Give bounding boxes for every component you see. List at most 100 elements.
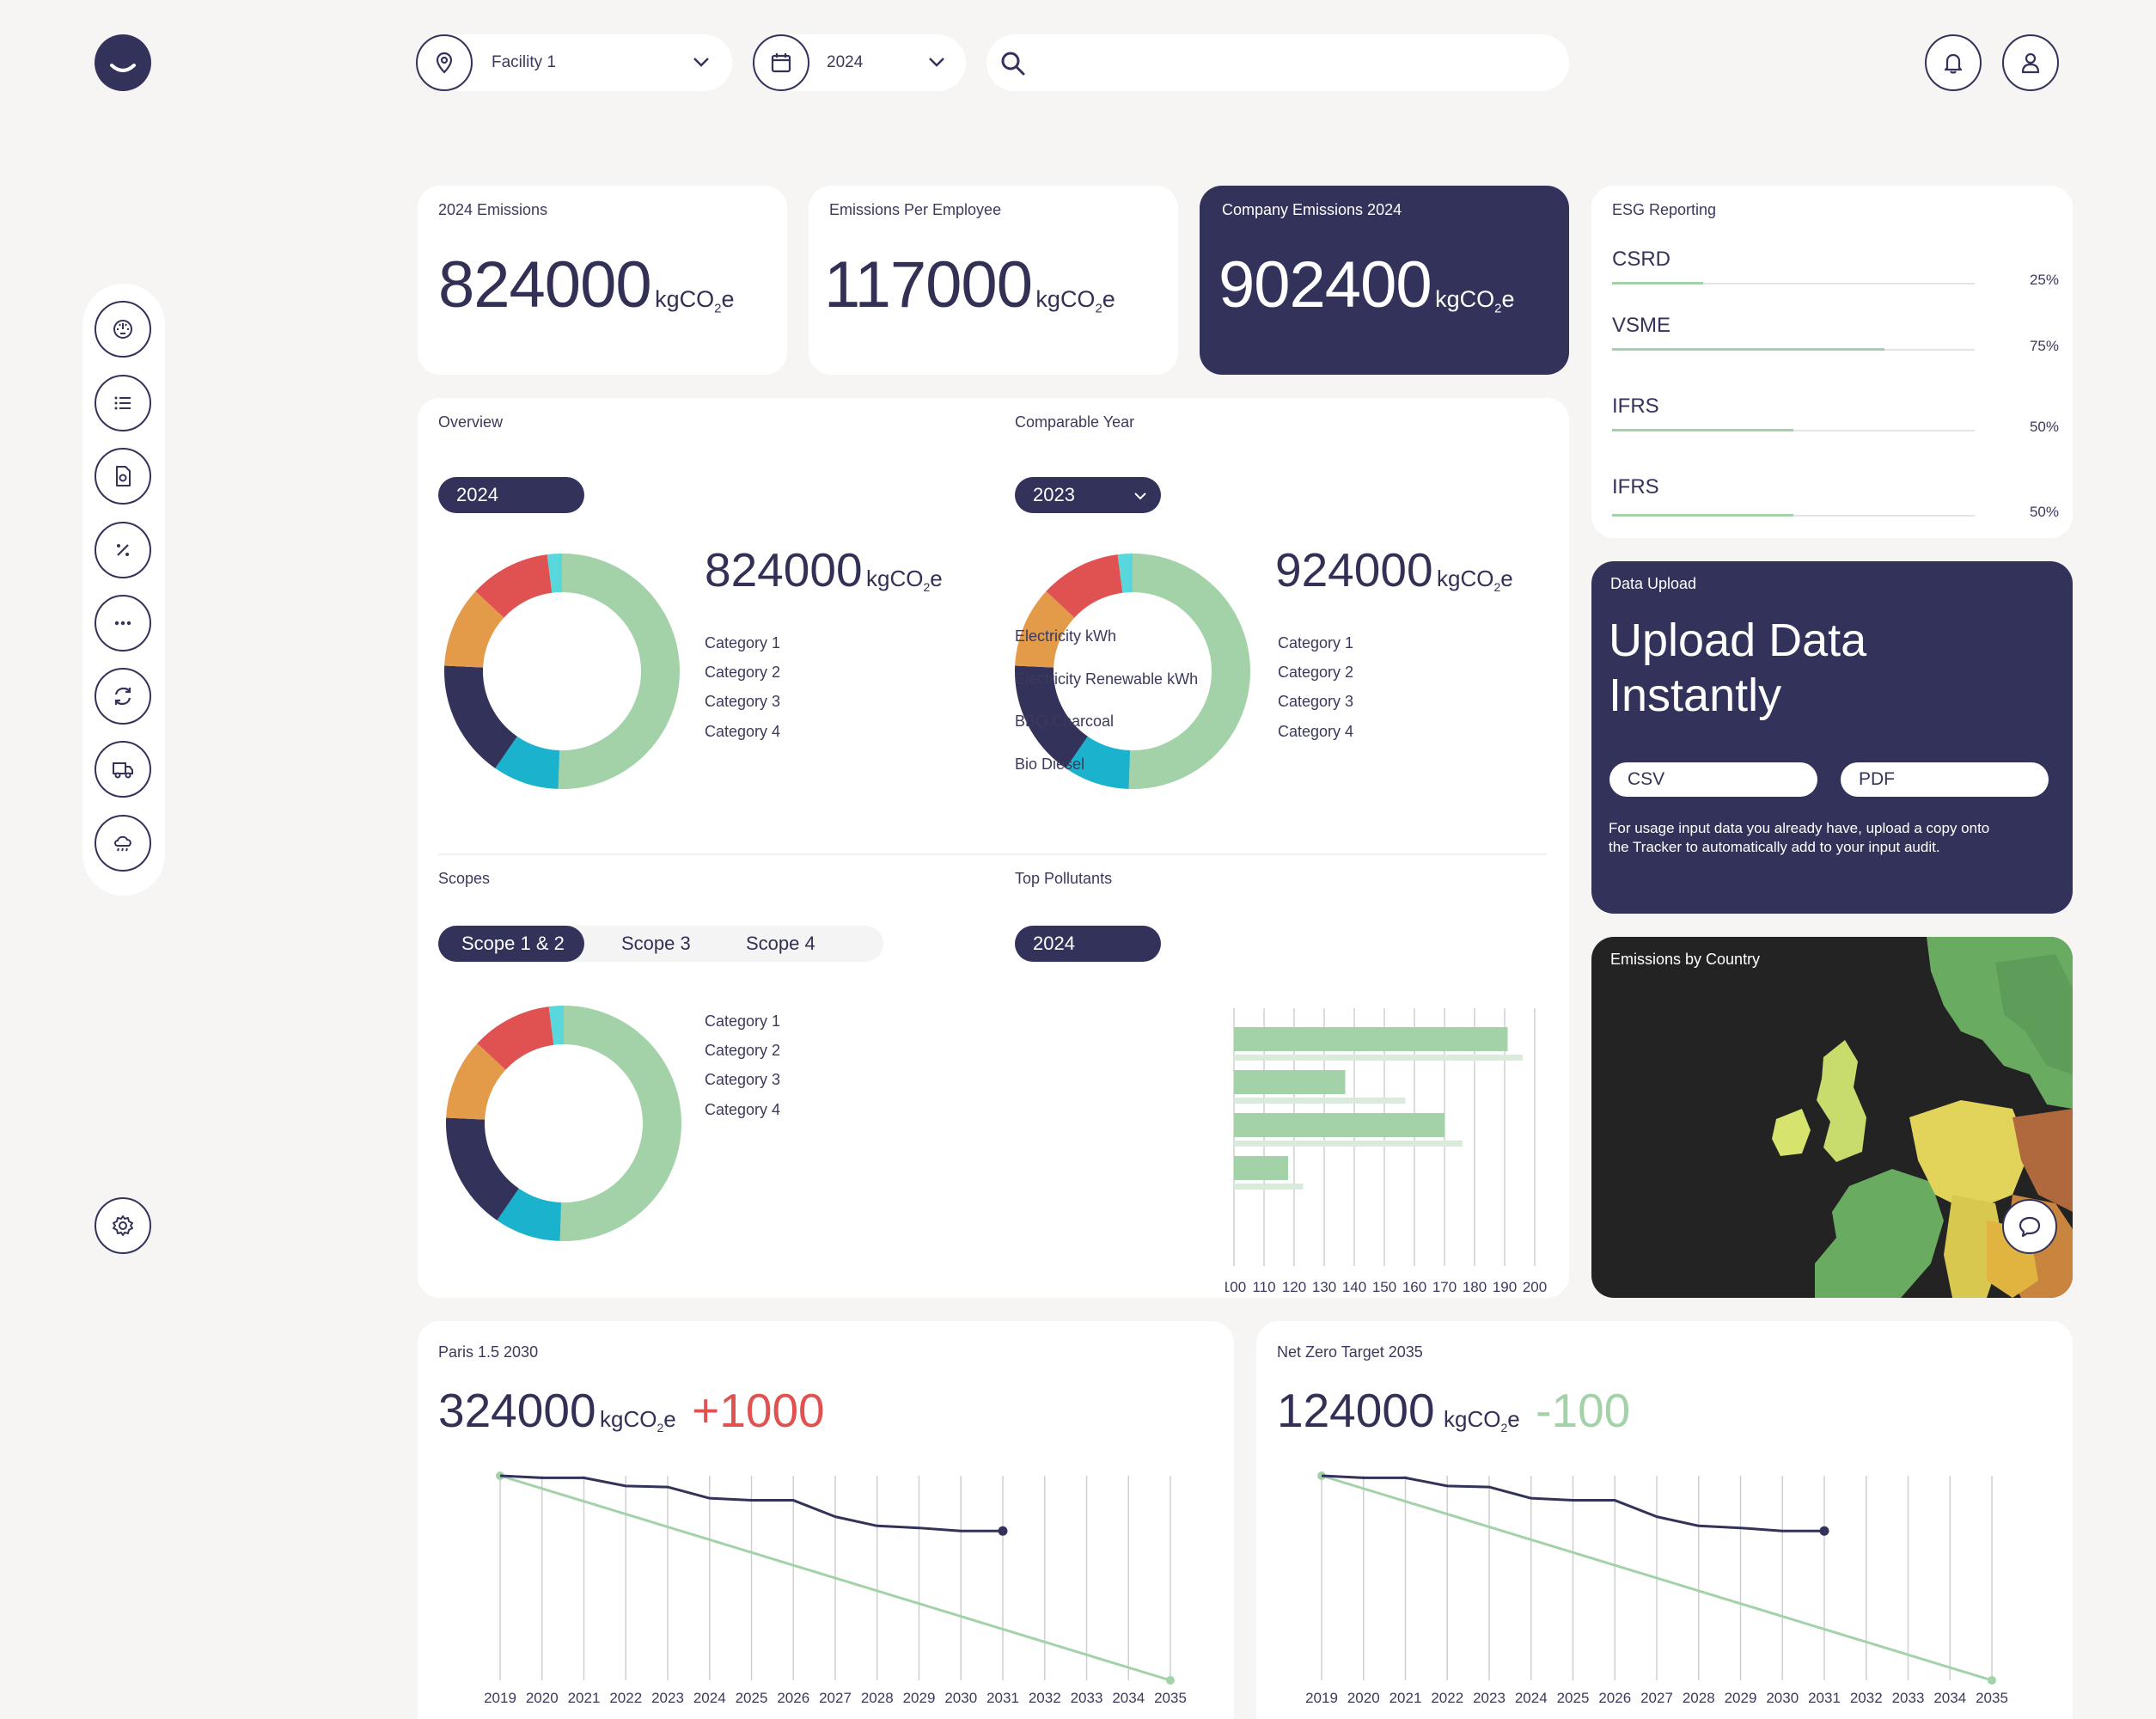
x-tick-label: 2035 xyxy=(1976,1690,2008,1706)
overview-title: Overview xyxy=(438,413,504,431)
x-tick-label: 2027 xyxy=(819,1690,852,1706)
paris-title: Paris 1.5 2030 xyxy=(438,1343,539,1361)
x-tick-label: 2032 xyxy=(1850,1690,1883,1706)
x-tick-label: 2029 xyxy=(903,1690,936,1706)
logo[interactable] xyxy=(95,34,151,91)
facility-select-value: Facility 1 xyxy=(492,53,556,71)
facility-select[interactable]: Facility 1 xyxy=(416,34,732,91)
pollutant-label: Bio Diesel xyxy=(1015,756,1085,773)
notifications-button[interactable] xyxy=(1925,34,1982,91)
kpi-unit: kgCO2e xyxy=(1035,286,1115,316)
comparable-unit: kgCO2e xyxy=(1436,566,1513,595)
sidebar-item-list[interactable] xyxy=(95,375,151,431)
europe-map xyxy=(1772,937,2073,1298)
overview-year-pill[interactable]: 2024 xyxy=(438,477,584,513)
x-tick-label: 2033 xyxy=(1892,1690,1925,1706)
x-tick-label: 2023 xyxy=(1473,1690,1506,1706)
year-select[interactable]: 2024 xyxy=(753,34,966,91)
document-icon xyxy=(116,466,131,486)
comparable-year-select[interactable]: 2023 xyxy=(1015,477,1161,513)
kpi-value-row: 902400 kgCO2e xyxy=(1218,248,1514,322)
calendar-icon xyxy=(753,34,809,91)
search-input[interactable] xyxy=(1038,43,1554,83)
gear-icon xyxy=(113,1215,133,1236)
chevron-down-icon xyxy=(1134,492,1146,500)
x-tick-label: 2024 xyxy=(1515,1690,1548,1706)
netzero-value: 124000 xyxy=(1277,1384,1435,1437)
esg-item-name: IFRS xyxy=(1612,475,1659,499)
analytics-card: Overview 2024 824000 kgCO2e Category 1 C… xyxy=(418,398,1569,1298)
x-tick-label: 2034 xyxy=(1933,1690,1966,1706)
x-tick-label: 2019 xyxy=(1305,1690,1338,1706)
sidebar-item-transport[interactable] xyxy=(95,741,151,798)
search-bar[interactable] xyxy=(986,34,1569,91)
tab-scope-4[interactable]: Scope 4 xyxy=(746,933,815,955)
x-tick-label: 2034 xyxy=(1112,1690,1145,1706)
paris-delta: +1000 xyxy=(692,1384,825,1437)
tab-scope-1-2[interactable]: Scope 1 & 2 xyxy=(438,926,584,962)
bar-secondary xyxy=(1234,1141,1463,1147)
sidebar-item-refresh[interactable] xyxy=(95,668,151,725)
comparable-value-row: 924000 kgCO2e xyxy=(1275,542,1513,597)
scopes-category: Category 2 xyxy=(705,1042,781,1059)
bar xyxy=(1234,1027,1508,1051)
x-tick-label: 2021 xyxy=(568,1690,601,1706)
x-tick-label: 2027 xyxy=(1640,1690,1673,1706)
overview-unit: kgCO2e xyxy=(865,566,943,595)
x-tick-label: 2032 xyxy=(1029,1690,1061,1706)
esg-reporting-card: ESG Reporting CSRD 25% VSME 75% IFRS 50%… xyxy=(1591,186,2073,538)
x-tick-label: 100 xyxy=(1225,1279,1246,1295)
kpi-label: 2024 Emissions xyxy=(438,201,548,218)
chat-button[interactable] xyxy=(2002,1199,2057,1254)
upload-headline: Upload Data Instantly xyxy=(1609,615,1867,721)
overview-value: 824000 xyxy=(705,543,863,596)
upload-csv-button[interactable]: CSV xyxy=(1609,762,1817,797)
overview-donut-chart xyxy=(444,554,681,789)
x-tick-label: 200 xyxy=(1523,1279,1547,1295)
sidebar-item-dashboard[interactable] xyxy=(95,301,151,358)
paris-card: Paris 1.5 2030 324000 kgCO2e +1000 2019 2… xyxy=(418,1321,1234,1719)
esg-progress-fill xyxy=(1612,514,1793,517)
esg-item-name: CSRD xyxy=(1612,248,1671,271)
profile-button[interactable] xyxy=(2002,34,2059,91)
bell-icon xyxy=(1944,53,1963,74)
x-tick-label: 2024 xyxy=(693,1690,726,1706)
x-tick-label: 2022 xyxy=(1431,1690,1463,1706)
kpi-value-row: 824000 kgCO2e xyxy=(438,248,734,322)
actual-end-point xyxy=(1819,1526,1829,1536)
kpi-value: 117000 xyxy=(824,248,1033,321)
user-icon xyxy=(2021,52,2040,74)
section-divider xyxy=(438,853,1547,855)
scopes-category: Category 3 xyxy=(705,1071,781,1088)
x-tick-label: 2020 xyxy=(1347,1690,1380,1706)
x-tick-label: 2021 xyxy=(1389,1690,1422,1706)
x-tick-label: 2025 xyxy=(736,1690,768,1706)
overview-value-row: 824000 kgCO2e xyxy=(705,542,943,597)
paris-value: 324000 xyxy=(438,1384,596,1437)
esg-title: ESG Reporting xyxy=(1612,201,1717,218)
netzero-value-row: 124000 kgCO2e -100 xyxy=(1277,1383,1630,1438)
sidebar-item-documents[interactable] xyxy=(95,448,151,505)
kpi-card-per-employee: Emissions Per Employee 117000 kgCO2e xyxy=(809,186,1178,375)
sidebar-item-percent[interactable] xyxy=(95,522,151,578)
x-tick-label: 2028 xyxy=(1683,1690,1715,1706)
x-tick-label: 2030 xyxy=(944,1690,977,1706)
settings-button[interactable] xyxy=(95,1197,151,1254)
pollutants-year-pill[interactable]: 2024 xyxy=(1015,926,1161,962)
kpi-value-row: 117000 kgCO2e xyxy=(824,248,1115,322)
x-tick-label: 160 xyxy=(1402,1279,1426,1295)
kpi-value: 824000 xyxy=(438,248,652,321)
upload-pdf-button[interactable]: PDF xyxy=(1841,762,2049,797)
bar-secondary xyxy=(1234,1098,1406,1104)
comparable-category: Category 4 xyxy=(1278,723,1354,740)
x-tick-label: 2022 xyxy=(609,1690,642,1706)
sidebar-item-climate[interactable] xyxy=(95,815,151,872)
overview-category: Category 2 xyxy=(705,664,781,681)
chevron-down-icon xyxy=(693,58,709,67)
netzero-title: Net Zero Target 2035 xyxy=(1277,1343,1423,1361)
kpi-value: 902400 xyxy=(1218,248,1432,321)
x-tick-label: 170 xyxy=(1432,1279,1457,1295)
comparable-value: 924000 xyxy=(1275,543,1433,596)
sidebar-item-more[interactable] xyxy=(95,595,151,652)
tab-scope-3[interactable]: Scope 3 xyxy=(621,933,691,955)
